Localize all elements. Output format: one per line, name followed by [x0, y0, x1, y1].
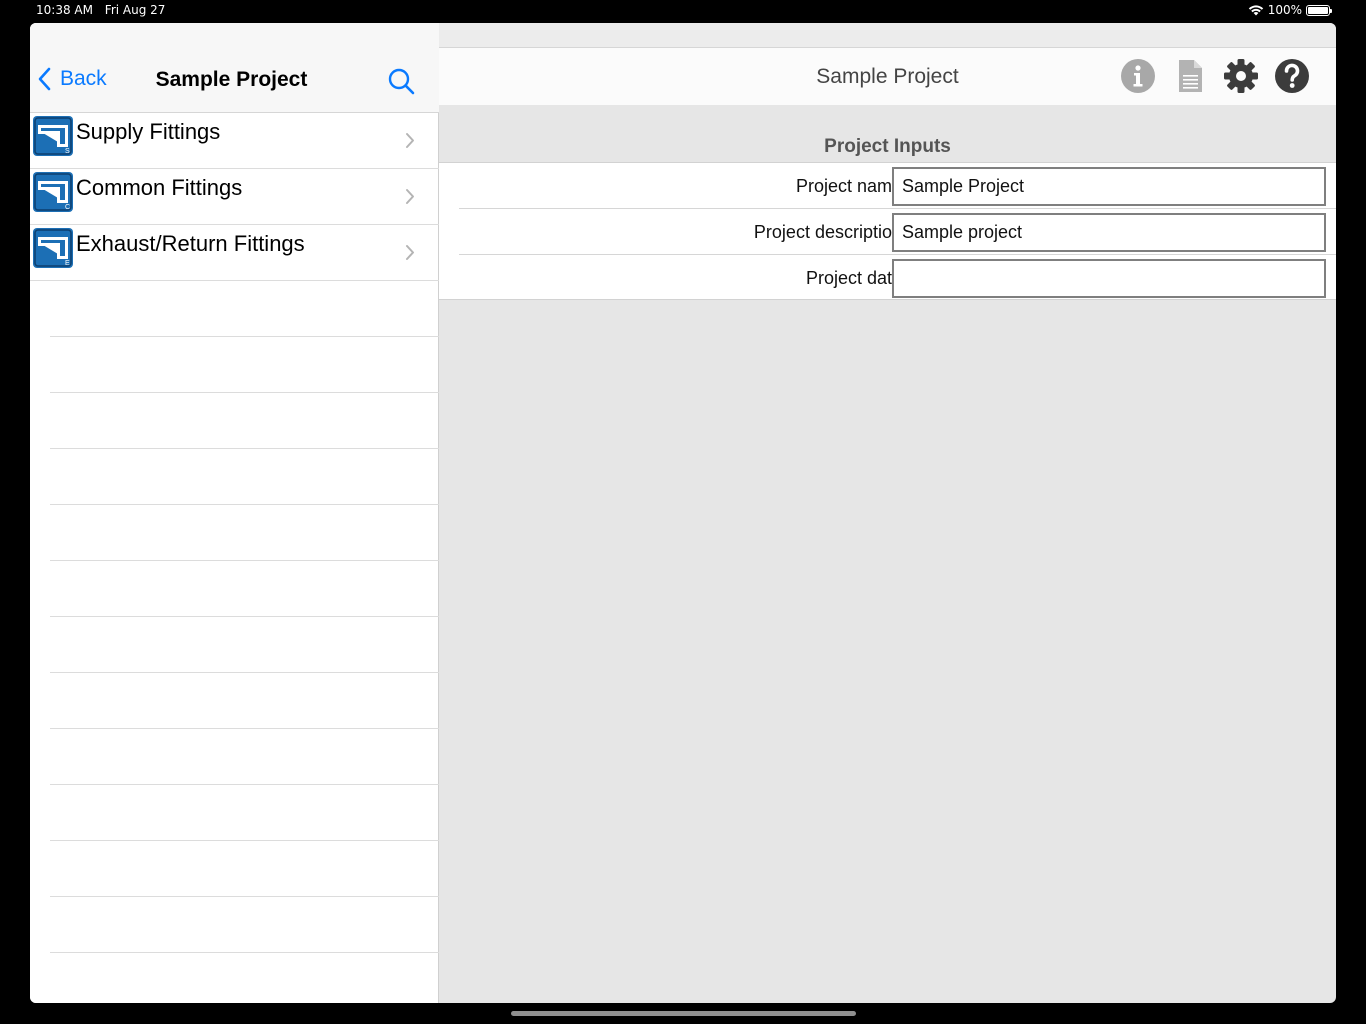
chevron-right-icon: [406, 189, 414, 204]
empty-list-row: [50, 729, 439, 785]
chevron-right-icon: [406, 133, 414, 148]
status-time-date: 10:38 AM Fri Aug 27: [36, 3, 165, 17]
project-inputs-form: Project name: Project description: Proje…: [439, 162, 1336, 300]
document-icon[interactable]: [1172, 58, 1208, 94]
chevron-right-icon: [406, 245, 414, 260]
empty-list-row: [50, 505, 439, 561]
list-item-supply-fittings[interactable]: S Supply Fittings: [30, 113, 439, 169]
list-item-label: Common Fittings: [76, 175, 243, 200]
main-header: Sample Project: [439, 48, 1336, 105]
gear-icon[interactable]: [1223, 58, 1259, 94]
empty-list-row: [50, 337, 439, 393]
project-date-field[interactable]: [892, 259, 1326, 298]
main-top-strip: [439, 23, 1336, 48]
supply-fittings-app-icon: S: [33, 116, 73, 156]
battery-icon: [1306, 4, 1332, 16]
section-title: Project Inputs: [824, 136, 951, 157]
svg-text:S: S: [65, 148, 70, 155]
empty-list-row: [50, 561, 439, 617]
empty-list-row: [50, 673, 439, 729]
sidebar-header: Back Sample Project: [30, 23, 439, 113]
fittings-list: S Supply Fittings C Common Fittings E Ex…: [30, 113, 439, 1003]
list-item-label: Supply Fittings: [76, 119, 221, 144]
app-window: Back Sample Project S Supply Fittings C …: [30, 23, 1336, 1003]
form-row-project-description: Project description:: [459, 209, 1336, 255]
project-name-field[interactable]: [892, 167, 1326, 206]
field-label: Project description:: [753, 222, 907, 242]
help-icon[interactable]: [1274, 58, 1310, 94]
sidebar-title: Sample Project: [155, 68, 308, 91]
status-bar: 10:38 AM Fri Aug 27 100%: [0, 0, 1366, 22]
list-item-common-fittings[interactable]: C Common Fittings: [30, 169, 439, 225]
empty-list-row: [50, 897, 439, 953]
form-row-project-name: Project name:: [459, 163, 1336, 209]
info-icon[interactable]: [1120, 58, 1156, 94]
main-panel: Sample Project Project Inputs Project na…: [439, 23, 1336, 1003]
exhaust-return-fittings-app-icon: E: [33, 228, 73, 268]
project-description-field[interactable]: [892, 213, 1326, 252]
svg-text:E: E: [65, 260, 70, 267]
search-icon[interactable]: [387, 67, 415, 95]
empty-list-row: [50, 393, 439, 449]
empty-list-row: [50, 953, 439, 1003]
empty-list-row: [50, 281, 439, 337]
empty-list-row: [50, 785, 439, 841]
field-label: Project name:: [795, 176, 907, 196]
battery-percent: 100%: [1267, 3, 1302, 17]
empty-list-row: [50, 841, 439, 897]
common-fittings-app-icon: C: [33, 172, 73, 212]
list-item-label: Exhaust/Return Fittings: [76, 231, 305, 256]
form-row-project-date: Project date:: [459, 255, 1336, 301]
status-date: Fri Aug 27: [104, 3, 166, 17]
list-item-exhaust-return-fittings[interactable]: E Exhaust/Return Fittings: [30, 225, 439, 281]
status-indicators: 100%: [1248, 3, 1332, 17]
empty-list-row: [50, 617, 439, 673]
home-indicator[interactable]: [511, 1011, 856, 1016]
status-time: 10:38 AM: [36, 3, 93, 17]
empty-list-row: [50, 449, 439, 505]
sidebar: Back Sample Project S Supply Fittings C …: [30, 23, 439, 1003]
svg-text:C: C: [65, 204, 70, 211]
wifi-icon: [1248, 5, 1263, 16]
